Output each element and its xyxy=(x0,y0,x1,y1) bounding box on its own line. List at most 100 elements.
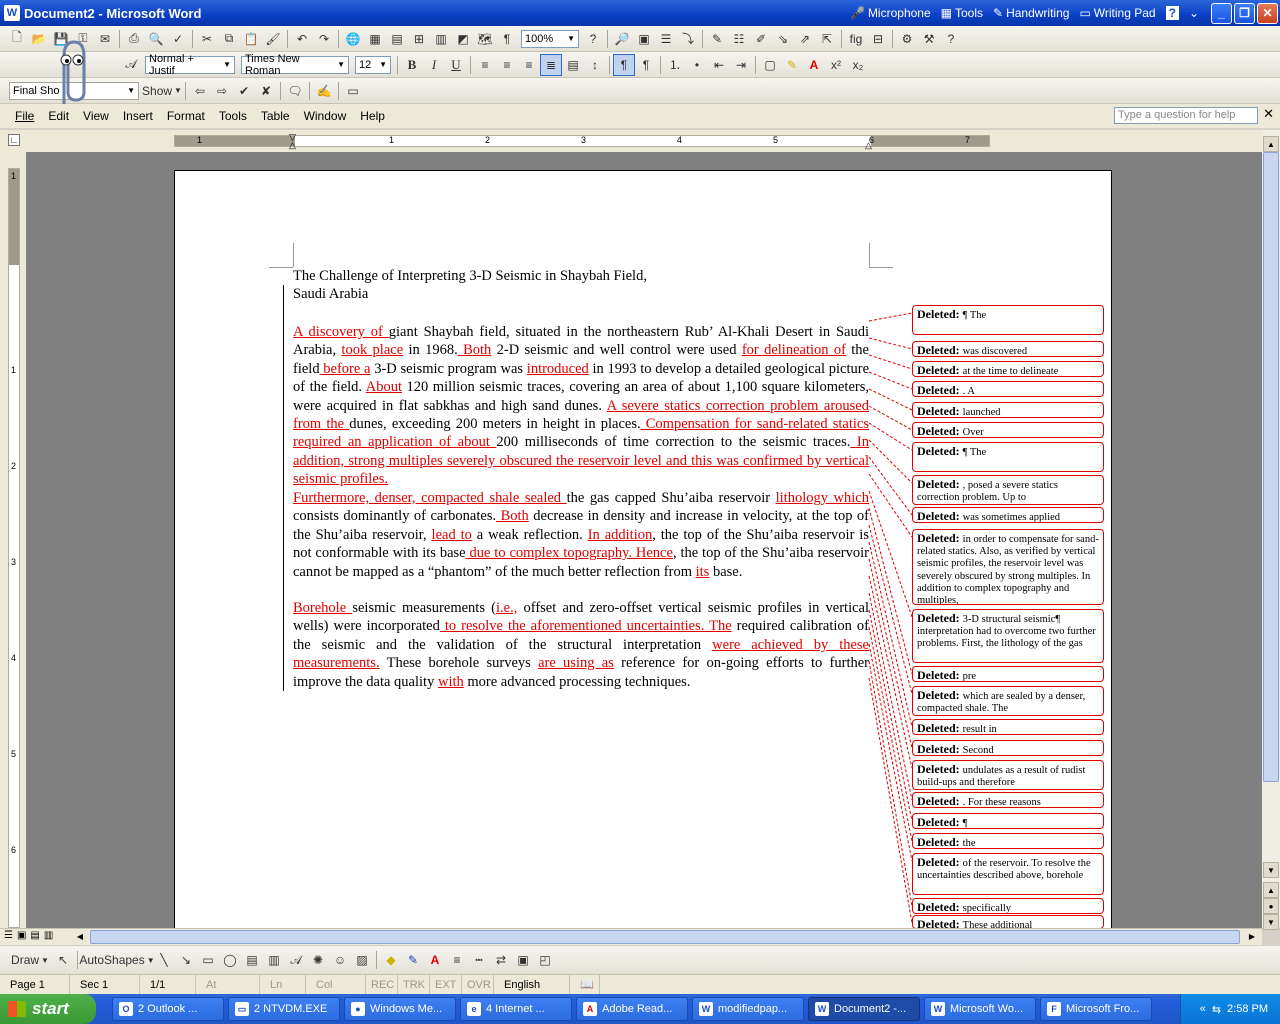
previous-page-button[interactable]: ▲ xyxy=(1263,882,1279,898)
deletion-balloon[interactable]: Deleted: the xyxy=(912,833,1104,849)
italic-button[interactable]: I xyxy=(423,54,445,76)
draw-font-color-icon[interactable]: A xyxy=(424,949,446,971)
fill-color-icon[interactable]: ◆ xyxy=(380,949,402,971)
minimize-button[interactable]: _ xyxy=(1211,2,1232,24)
deletion-balloon[interactable]: Deleted: in order to compensate for sand-… xyxy=(912,529,1104,605)
insert-excel-icon[interactable]: ⊞ xyxy=(408,28,430,50)
scroll-thumb[interactable] xyxy=(1263,152,1279,782)
deletion-balloon[interactable]: Deleted: ¶ xyxy=(912,813,1104,829)
line-spacing-icon[interactable]: ↕ xyxy=(584,54,606,76)
deletion-balloon[interactable]: Deleted: 3-D structural seismic¶ interpre… xyxy=(912,609,1104,663)
document-workspace[interactable]: The Challenge of Interpreting 3-D Seismi… xyxy=(26,152,1262,928)
deletion-balloon[interactable]: Deleted: at the time to delineate xyxy=(912,361,1104,377)
diagram-icon[interactable]: ✺ xyxy=(307,949,329,971)
edit-icon[interactable]: ✎ xyxy=(706,28,728,50)
start-button[interactable]: start xyxy=(0,994,96,1024)
open-icon[interactable]: 📂 xyxy=(28,28,50,50)
clip-art-icon[interactable]: ☺ xyxy=(329,949,351,971)
style-select[interactable]: Normal + Justif ▼ xyxy=(145,53,235,77)
show-hide-icon[interactable]: ¶ xyxy=(496,28,518,50)
deletion-balloon[interactable]: Deleted: Over xyxy=(912,422,1104,438)
handwriting-button[interactable]: ✎ Handwriting xyxy=(993,6,1069,20)
show-markup-button[interactable]: Show ▼ xyxy=(142,80,182,102)
numbered-list-icon[interactable]: ⒈ xyxy=(664,54,686,76)
distributed-icon[interactable]: ▤ xyxy=(562,54,584,76)
review-icon[interactable]: ☷ xyxy=(728,28,750,50)
office-help-icon[interactable]: ? xyxy=(940,28,962,50)
picture-icon[interactable]: ▨ xyxy=(351,949,373,971)
horizontal-scroll-thumb[interactable] xyxy=(90,930,1240,944)
network-icon[interactable]: ⇆ xyxy=(1212,1003,1221,1016)
lang-help-button[interactable]: ? xyxy=(1165,6,1179,20)
deletion-balloon[interactable]: Deleted: These additional xyxy=(912,915,1104,928)
deletion-balloon[interactable]: Deleted:, posed a severe statics correct… xyxy=(912,475,1104,505)
close-button[interactable]: ✕ xyxy=(1257,2,1278,24)
paste-icon[interactable]: 📋 xyxy=(240,28,262,50)
document-page[interactable]: The Challenge of Interpreting 3-D Seismi… xyxy=(174,170,1112,928)
task-item[interactable]: ● Windows Me... xyxy=(344,997,456,1021)
tray-chevron-icon[interactable]: « xyxy=(1200,1003,1206,1015)
hyperlink-icon[interactable]: 🌐 xyxy=(342,28,364,50)
deletion-balloon[interactable]: Deleted: was discovered xyxy=(912,341,1104,357)
export-icon[interactable]: ⇱ xyxy=(816,28,838,50)
print-preview-icon[interactable]: 🔍 xyxy=(145,28,167,50)
writing-pad-button[interactable]: ▭ Writing Pad xyxy=(1079,6,1155,20)
underline-button[interactable]: U xyxy=(445,54,467,76)
task-item[interactable]: O 2 Outlook ... xyxy=(112,997,224,1021)
macro-icon[interactable]: ⚙ xyxy=(896,28,918,50)
3d-style-icon[interactable]: ◰ xyxy=(534,949,556,971)
menu-table[interactable]: Table xyxy=(254,107,297,125)
deletion-balloon[interactable]: Deleted: pre xyxy=(912,666,1104,682)
scroll-down-button[interactable]: ▼ xyxy=(1263,862,1279,878)
paragraph-3[interactable]: Borehole seismic measurements (i.e., off… xyxy=(293,599,869,691)
task-item[interactable]: F Microsoft Fro... xyxy=(1040,997,1152,1021)
maximize-button[interactable]: ❐ xyxy=(1234,2,1255,24)
scroll-left-button[interactable]: ◀ xyxy=(72,929,88,944)
line-icon[interactable]: ╲ xyxy=(153,949,175,971)
previous-change-icon[interactable]: ⇦ xyxy=(189,80,211,102)
status-language[interactable]: English (U.S xyxy=(494,974,570,1011)
task-item[interactable]: e 4 Internet ... xyxy=(460,997,572,1021)
document-title[interactable]: The Challenge of Interpreting 3-D Seismi… xyxy=(293,267,869,304)
markup-icon[interactable]: ✐ xyxy=(750,28,772,50)
task-item-active[interactable]: W Document2 -... xyxy=(808,997,920,1021)
redo-icon[interactable]: ↷ xyxy=(313,28,335,50)
deletion-balloon[interactable]: Deleted: was sometimes applied xyxy=(912,507,1104,523)
deletion-balloon[interactable]: Deleted: launched xyxy=(912,402,1104,418)
lang-options-chevron-icon[interactable]: ⌄ xyxy=(1189,6,1199,20)
task-item[interactable]: W Microsoft Wo... xyxy=(924,997,1036,1021)
task-item[interactable]: ▭ 2 NTVDM.EXE xyxy=(228,997,340,1021)
increase-indent-icon[interactable]: ⇥ xyxy=(730,54,752,76)
deletion-balloon[interactable]: Deleted: of the reservoir. To resolve the… xyxy=(912,853,1104,895)
shadow-style-icon[interactable]: ▣ xyxy=(512,949,534,971)
task-item[interactable]: A Adobe Read... xyxy=(576,997,688,1021)
deletion-balloon[interactable]: Deleted: ¶ The xyxy=(912,305,1104,335)
reject-icon[interactable]: ⇗ xyxy=(794,28,816,50)
rtl-paragraph-icon[interactable]: ¶ xyxy=(635,54,657,76)
decrease-indent-icon[interactable]: ⇤ xyxy=(708,54,730,76)
next-change-icon[interactable]: ⇨ xyxy=(211,80,233,102)
deletion-balloon[interactable]: Deleted: specifically xyxy=(912,898,1104,914)
menu-window[interactable]: Window xyxy=(297,107,354,125)
ask-question-input[interactable]: Type a question for help xyxy=(1114,107,1258,124)
styles-icon[interactable]: 𝒜 xyxy=(120,54,142,76)
task-item[interactable]: Wmodifiedpap... xyxy=(692,997,804,1021)
numbering-icon[interactable]: ☰ xyxy=(655,28,677,50)
font-select[interactable]: Times New Roman ▼ xyxy=(241,53,349,77)
word-app-icon[interactable]: W xyxy=(4,5,20,21)
outline-icon[interactable]: ⊟ xyxy=(867,28,889,50)
borders-icon[interactable]: ▢ xyxy=(759,54,781,76)
zoom-select[interactable]: 100% ▼ xyxy=(521,29,579,48)
deletion-balloon[interactable]: Deleted: Second xyxy=(912,740,1104,756)
office-assistant-paperclip-icon[interactable] xyxy=(48,36,92,108)
arrow-icon[interactable]: ⇘ xyxy=(772,28,794,50)
deletion-balloon[interactable]: Deleted: result in xyxy=(912,719,1104,735)
drawing-icon[interactable]: ◩ xyxy=(452,28,474,50)
ltr-paragraph-icon[interactable]: ¶ xyxy=(613,53,635,76)
vertical-ruler[interactable]: 1 1 2 3 4 5 6 xyxy=(0,152,26,928)
view-buttons[interactable]: ☰▣▤▥ xyxy=(4,930,57,941)
undo-icon[interactable]: ↶ xyxy=(291,28,313,50)
close-document-icon[interactable]: ✕ xyxy=(1263,106,1274,122)
print-icon[interactable]: ⎙ xyxy=(123,28,145,50)
deletion-balloon[interactable]: Deleted: undulates as a result of rudist … xyxy=(912,760,1104,790)
